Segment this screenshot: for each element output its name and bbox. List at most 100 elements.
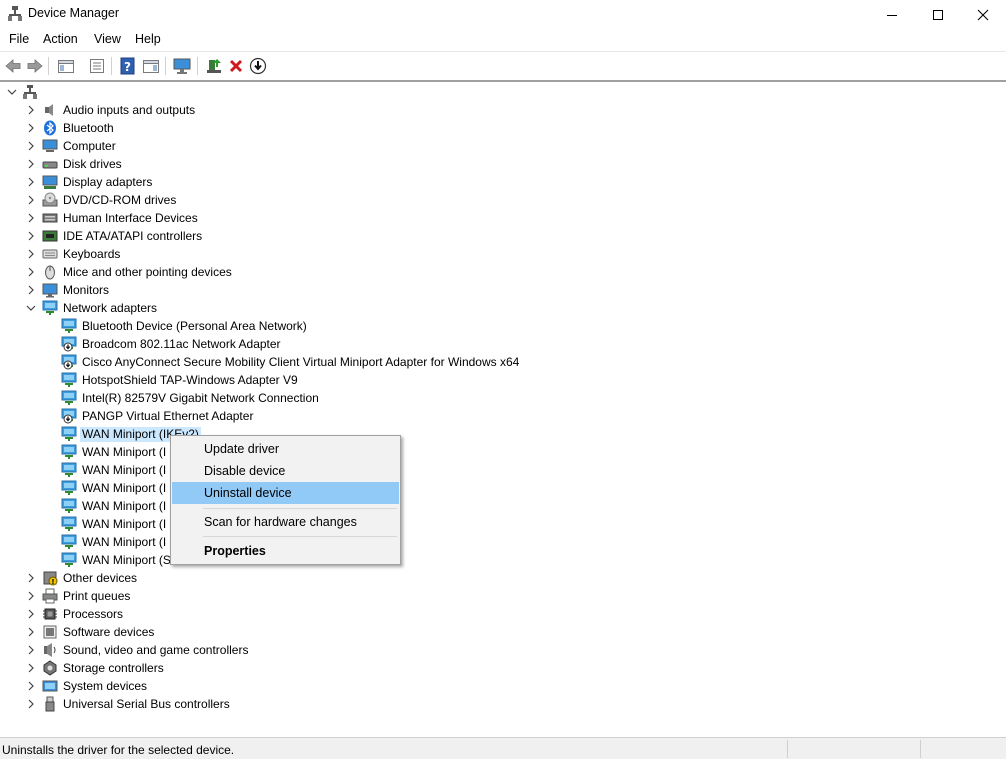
tree-category-disk-drives[interactable]: Disk drives — [0, 155, 700, 173]
menu-disable-device[interactable]: Disable device — [172, 460, 399, 482]
menu-uninstall-device[interactable]: Uninstall device — [172, 482, 399, 504]
tree-item-label: Network adapters — [63, 301, 158, 315]
minimize-button[interactable] — [869, 0, 915, 29]
forward-icon — [27, 59, 43, 73]
sound-icon — [42, 642, 58, 658]
chevron-down-icon[interactable] — [25, 302, 37, 314]
tree-category-human-interface-devices[interactable]: Human Interface Devices — [0, 209, 700, 227]
tree-category-sound-video-and-game-controllers[interactable]: Sound, video and game controllers — [0, 641, 700, 659]
tree-item-label: IDE ATA/ATAPI controllers — [63, 229, 203, 243]
mouse-icon — [42, 264, 58, 280]
tree-device-bluetooth-device-personal-area-network[interactable]: Bluetooth Device (Personal Area Network) — [0, 317, 700, 335]
tree-category-ide-ata-atapi-controllers[interactable]: IDE ATA/ATAPI controllers — [0, 227, 700, 245]
speaker-icon — [42, 102, 58, 118]
chevron-right-icon[interactable] — [25, 626, 37, 638]
tree-item-label: Keyboards — [63, 247, 121, 261]
tree-item-label: Display adapters — [63, 175, 153, 189]
help-button[interactable]: ? — [117, 55, 139, 77]
tree-item-label: Disk drives — [63, 157, 122, 171]
tree-category-storage-controllers[interactable]: Storage controllers — [0, 659, 700, 677]
chevron-right-icon[interactable] — [25, 248, 37, 260]
chevron-right-icon[interactable] — [25, 572, 37, 584]
forward-button[interactable] — [24, 55, 46, 77]
chevron-right-icon[interactable] — [25, 698, 37, 710]
network-adapter-icon — [61, 444, 77, 460]
menu-view[interactable]: View — [92, 32, 123, 46]
tree-item-label: Human Interface Devices — [63, 211, 198, 225]
tree-category-other-devices[interactable]: ! Other devices — [0, 569, 700, 587]
update-driver-label: Update driver — [204, 442, 280, 456]
tree-device-broadcom-802-11ac-network-adapter[interactable]: Broadcom 802.11ac Network Adapter — [0, 335, 700, 353]
download-driver-icon — [249, 57, 267, 75]
action-pane-button[interactable] — [140, 55, 162, 77]
device-list-button[interactable] — [86, 55, 108, 77]
tree-category-display-adapters[interactable]: Display adapters — [0, 173, 700, 191]
tree-category-keyboards[interactable]: Keyboards — [0, 245, 700, 263]
tree-category-universal-serial-bus-controllers[interactable]: Universal Serial Bus controllers — [0, 695, 700, 713]
tree-device-intel-r-82579v-gigabit-network-connection[interactable]: Intel(R) 82579V Gigabit Network Connecti… — [0, 389, 700, 407]
tree-category-dvd-cd-rom-drives[interactable]: DVD/CD-ROM drives — [0, 191, 700, 209]
tree-device-hotspotshield-tap-windows-adapter-v9[interactable]: HotspotShield TAP-Windows Adapter V9 — [0, 371, 700, 389]
chevron-right-icon[interactable] — [25, 122, 37, 134]
update-driver-button[interactable] — [203, 55, 225, 77]
tree-item-label: Universal Serial Bus controllers — [63, 697, 230, 711]
chevron-right-icon[interactable] — [25, 194, 37, 206]
chevron-right-icon[interactable] — [25, 266, 37, 278]
chevron-right-icon[interactable] — [25, 644, 37, 656]
chevron-right-icon[interactable] — [25, 608, 37, 620]
chevron-right-icon[interactable] — [25, 284, 37, 296]
tree-category-system-devices[interactable]: System devices — [0, 677, 700, 695]
tree-category-bluetooth[interactable]: Bluetooth — [0, 119, 700, 137]
network-adapter-disabled-icon — [61, 336, 77, 352]
tree-device-pangp-virtual-ethernet-adapter[interactable]: PANGP Virtual Ethernet Adapter — [0, 407, 700, 425]
device-tree[interactable]: Audio inputs and outputs Bluetooth Compute… — [0, 82, 1006, 736]
chevron-right-icon[interactable] — [25, 590, 37, 602]
menu-file[interactable]: File — [7, 32, 31, 46]
menu-properties[interactable]: Properties — [172, 540, 399, 562]
action-pane-icon — [143, 60, 159, 73]
tree-category-processors[interactable]: Processors — [0, 605, 700, 623]
dvd-icon — [42, 192, 58, 208]
device-list-icon — [90, 59, 104, 73]
chevron-right-icon[interactable] — [25, 158, 37, 170]
chevron-right-icon[interactable] — [25, 230, 37, 242]
tree-category-software-devices[interactable]: Software devices — [0, 623, 700, 641]
menu-scan-hardware[interactable]: Scan for hardware changes — [172, 511, 399, 533]
chevron-down-icon[interactable] — [6, 86, 18, 98]
tree-category-computer[interactable]: Computer — [0, 137, 700, 155]
maximize-button[interactable] — [915, 0, 961, 29]
status-message: Uninstalls the driver for the selected d… — [2, 743, 235, 757]
close-button[interactable] — [960, 0, 1006, 29]
status-divider — [787, 740, 788, 758]
menu-help[interactable]: Help — [133, 32, 163, 46]
chevron-right-icon[interactable] — [25, 212, 37, 224]
tree-item-label: Other devices — [63, 571, 138, 585]
other-devices-icon: ! — [42, 570, 58, 586]
minimize-icon — [887, 14, 897, 16]
chevron-right-icon[interactable] — [25, 662, 37, 674]
enable-device-button[interactable] — [247, 55, 269, 77]
scan-hardware-button[interactable] — [171, 55, 193, 77]
back-icon — [5, 59, 21, 73]
tree-item-label: Print queues — [63, 589, 131, 603]
menu-action[interactable]: Action — [41, 32, 80, 46]
close-icon — [977, 9, 989, 20]
show-hide-console-tree-button[interactable] — [55, 55, 77, 77]
uninstall-device-button[interactable] — [225, 55, 247, 77]
tree-item-label: WAN Miniport (I — [82, 517, 167, 531]
tree-category-network-adapters[interactable]: Network adapters — [0, 299, 700, 317]
tree-category-audio-inputs-and-outputs[interactable]: Audio inputs and outputs — [0, 101, 700, 119]
chevron-right-icon[interactable] — [25, 680, 37, 692]
chevron-right-icon[interactable] — [25, 140, 37, 152]
chevron-right-icon[interactable] — [25, 104, 37, 116]
tree-device-cisco-anyconnect-secure-mobility-client-virtual-miniport-adapter-for-windows-x64[interactable]: Cisco AnyConnect Secure Mobility Client … — [0, 353, 700, 371]
tree-category-monitors[interactable]: Monitors — [0, 281, 700, 299]
chevron-right-icon[interactable] — [25, 176, 37, 188]
ide-controller-icon — [42, 228, 58, 244]
tree-root[interactable] — [0, 83, 700, 101]
menu-update-driver[interactable]: Update driver — [172, 438, 399, 460]
tree-category-print-queues[interactable]: Print queues — [0, 587, 700, 605]
back-button[interactable] — [2, 55, 24, 77]
tree-item-label: Processors — [63, 607, 124, 621]
tree-category-mice-and-other-pointing-devices[interactable]: Mice and other pointing devices — [0, 263, 700, 281]
